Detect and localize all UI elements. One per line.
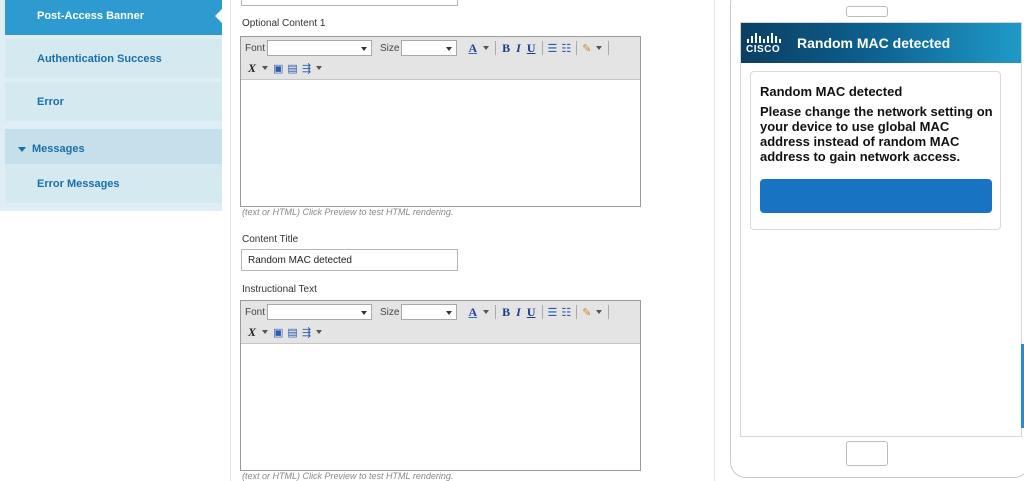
editor-toolbar: Font Size A B I U ☰ ☷ ✎ X ▣ ▤ ⇶ (241, 37, 640, 80)
separator (608, 41, 610, 55)
size-select[interactable] (401, 40, 458, 56)
numbered-list-icon[interactable]: ☷ (561, 306, 571, 319)
clear-format-icon[interactable]: X (248, 61, 256, 76)
sidebar-item-label: Authentication Success (37, 52, 162, 65)
cisco-logo: CISCO (745, 28, 785, 58)
font-label: Font (245, 306, 266, 318)
sidebar-section-text: Messages (32, 142, 85, 155)
editor-toolbar: Font Size A B I U ☰ ☷ ✎ X ▣ ▤ ⇶ (241, 301, 640, 344)
separator (608, 305, 610, 319)
optional-content-1-editor: Font Size A B I U ☰ ☷ ✎ X ▣ ▤ ⇶ (240, 36, 641, 207)
sidebar-item-label: Error (37, 95, 64, 108)
sidebar-section-messages[interactable]: Messages (5, 129, 222, 168)
bullet-list-icon[interactable]: ☰ (548, 42, 558, 55)
numbered-list-icon[interactable]: ☷ (561, 42, 571, 55)
italic-icon[interactable]: I (516, 305, 521, 320)
content-title-input[interactable] (241, 249, 458, 271)
instructional-text-textarea[interactable] (241, 344, 640, 469)
chevron-down-icon[interactable] (483, 310, 490, 314)
sidebar-item-error[interactable]: Error (5, 82, 222, 121)
sidebar-section-label: Messages (5, 143, 85, 155)
chevron-down-icon (361, 311, 368, 315)
brush-icon[interactable]: ✎ (582, 42, 591, 55)
separator (495, 41, 497, 55)
chevron-down-icon[interactable] (596, 310, 603, 314)
chevron-down-icon[interactable] (596, 46, 603, 50)
previous-field[interactable] (241, 0, 458, 6)
indent-icon[interactable]: ⇶ (302, 62, 311, 75)
font-color-icon[interactable]: A (468, 305, 477, 320)
chevron-down-icon[interactable] (316, 330, 323, 334)
chevron-down-icon (446, 311, 453, 315)
phone-home-button (846, 441, 888, 466)
phone-speaker (846, 6, 888, 17)
card-body: Please change the network setting on you… (760, 104, 993, 164)
cisco-logo-bars (747, 33, 781, 43)
size-label: Size (380, 42, 400, 54)
card-title: Random MAC detected (760, 84, 903, 99)
size-label: Size (380, 306, 400, 318)
cisco-logo-text: CISCO (746, 44, 781, 55)
chevron-down-icon (361, 47, 368, 51)
underline-icon[interactable]: U (527, 41, 536, 56)
bold-icon[interactable]: B (502, 41, 510, 56)
optional-content-1-label: Optional Content 1 (242, 18, 326, 29)
font-select[interactable] (267, 40, 373, 56)
separator (541, 305, 543, 319)
sidebar-item-label: Error Messages (37, 177, 120, 190)
divider (714, 0, 715, 481)
insert-image-icon[interactable]: ▤ (287, 326, 297, 339)
underline-icon[interactable]: U (527, 305, 536, 320)
indent-icon[interactable]: ⇶ (302, 326, 311, 339)
separator (495, 305, 497, 319)
font-select[interactable] (267, 304, 373, 320)
chevron-down-icon[interactable] (316, 66, 323, 70)
clear-format-icon[interactable]: X (248, 325, 256, 340)
separator (541, 41, 543, 55)
caret-down-icon (18, 146, 26, 152)
bullet-list-icon[interactable]: ☰ (548, 306, 558, 319)
message-card: Random MAC detected Please change the ne… (750, 71, 1001, 230)
size-select[interactable] (401, 304, 458, 320)
instructional-text-label: Instructional Text (242, 284, 317, 295)
select-all-icon[interactable]: ▣ (273, 326, 283, 339)
banner-title: Random MAC detected (797, 35, 951, 51)
italic-icon[interactable]: I (516, 41, 521, 56)
optional-content-1-hint: (text or HTML) Click Preview to test HTM… (242, 207, 454, 217)
sidebar-item-authentication-success[interactable]: Authentication Success (5, 39, 222, 78)
sidebar: Post-Access Banner Authentication Succes… (0, 0, 223, 211)
select-all-icon[interactable]: ▣ (273, 62, 283, 75)
chevron-down-icon[interactable] (262, 66, 269, 70)
sidebar-item-post-access-banner[interactable]: Post-Access Banner (5, 0, 223, 35)
font-color-icon[interactable]: A (468, 41, 477, 56)
chevron-down-icon[interactable] (483, 46, 490, 50)
sidebar-item-error-messages[interactable]: Error Messages (5, 164, 222, 203)
brush-icon[interactable]: ✎ (582, 306, 591, 319)
chevron-down-icon[interactable] (262, 330, 269, 334)
chevron-down-icon (446, 47, 453, 51)
optional-content-1-textarea[interactable] (241, 80, 640, 205)
content-title-label: Content Title (242, 234, 299, 245)
portal-banner: CISCO Random MAC detected (741, 23, 1021, 63)
instructional-text-hint: (text or HTML) Click Preview to test HTM… (242, 471, 454, 481)
separator (576, 41, 578, 55)
continue-button[interactable] (760, 179, 992, 213)
sidebar-item-label: Post-Access Banner (37, 9, 144, 22)
font-label: Font (245, 42, 266, 54)
instructional-text-editor: Font Size A B I U ☰ ☷ ✎ X ▣ ▤ ⇶ (240, 300, 641, 471)
divider (230, 0, 231, 481)
insert-image-icon[interactable]: ▤ (287, 62, 297, 75)
bold-icon[interactable]: B (502, 305, 510, 320)
separator (576, 305, 578, 319)
phone-screen: CISCO Random MAC detected Random MAC det… (740, 22, 1022, 437)
